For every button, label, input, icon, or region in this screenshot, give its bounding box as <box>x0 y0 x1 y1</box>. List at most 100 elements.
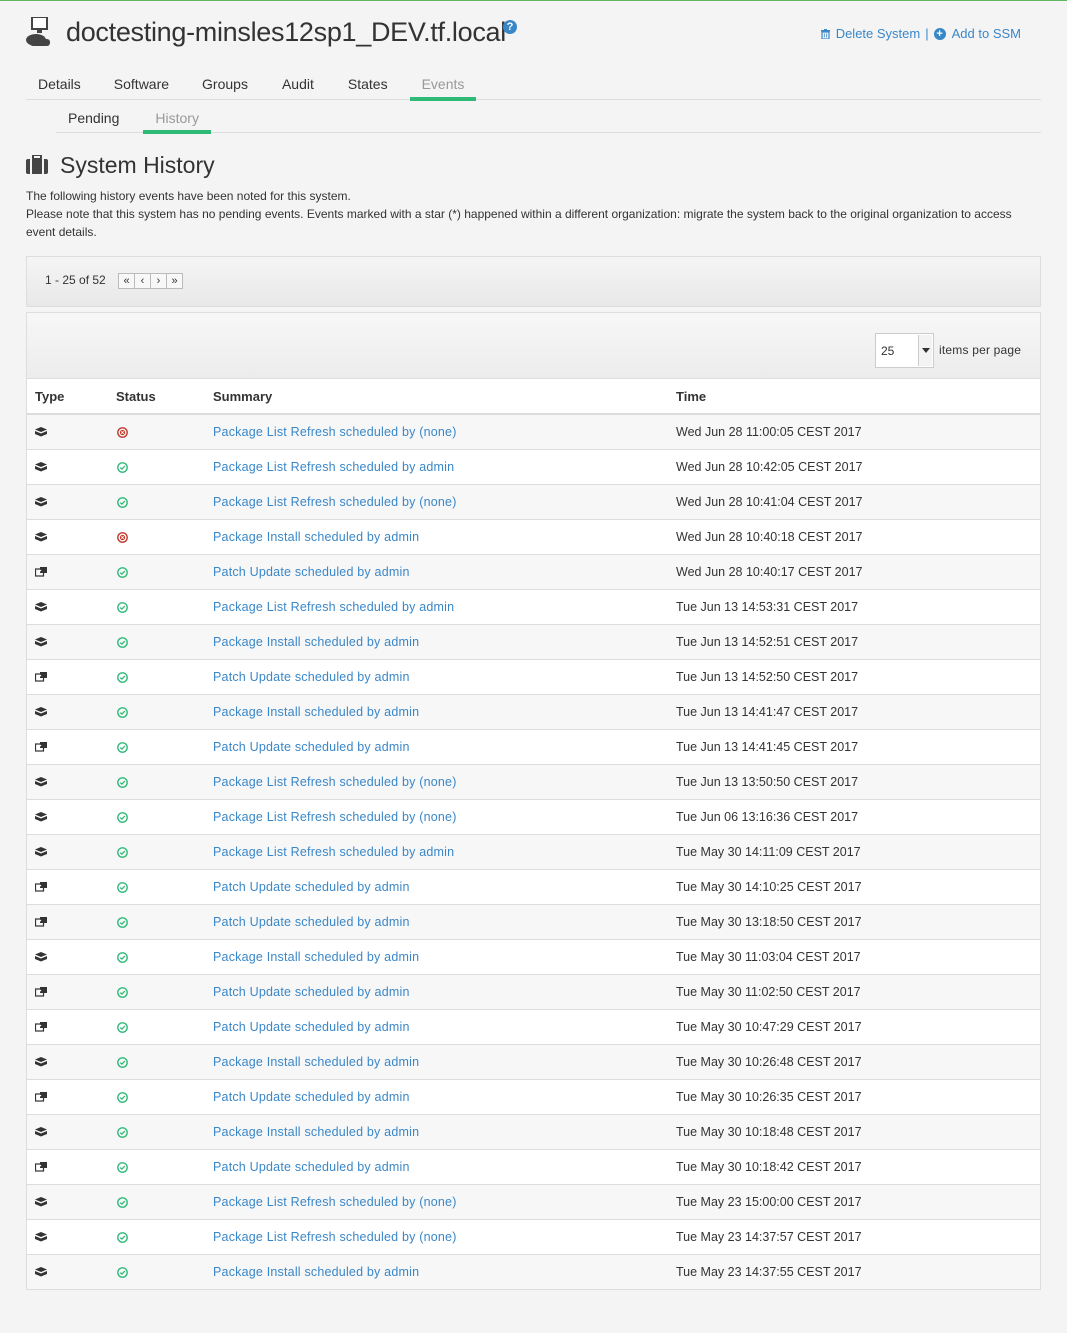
event-summary-link[interactable]: Patch Update scheduled by admin <box>213 740 410 754</box>
event-summary-link[interactable]: Package Install scheduled by admin <box>213 530 419 544</box>
column-header-summary[interactable]: Summary <box>205 379 668 415</box>
summary-cell: Package Install scheduled by admin <box>205 693 668 729</box>
completed-status-icon <box>117 741 128 753</box>
column-header-time[interactable]: Time <box>668 379 1040 415</box>
completed-status-icon <box>117 1126 128 1138</box>
delete-system-label: Delete System <box>835 26 921 41</box>
prev-page-button[interactable]: ‹ <box>134 273 151 289</box>
completed-status-icon <box>117 566 128 578</box>
add-to-ssm-link[interactable]: + Add to SSM <box>933 26 1021 41</box>
table-header-row: Type Status Summary Time <box>27 379 1040 415</box>
tab-events[interactable]: Events <box>409 71 477 101</box>
patch-icon <box>35 917 47 927</box>
event-summary-link[interactable]: Package List Refresh scheduled by (none) <box>213 425 457 439</box>
tab-groups[interactable]: Groups <box>192 71 270 100</box>
time-cell: Tue Jun 13 14:53:31 CEST 2017 <box>668 588 1040 624</box>
patch-icon <box>35 672 47 682</box>
help-icon[interactable]: ? <box>503 20 517 34</box>
package-icon <box>35 602 47 612</box>
event-summary-link[interactable]: Patch Update scheduled by admin <box>213 1090 410 1104</box>
event-summary-link[interactable]: Patch Update scheduled by admin <box>213 565 410 579</box>
event-summary-link[interactable]: Package List Refresh scheduled by (none) <box>213 495 457 509</box>
package-icon <box>35 1057 47 1067</box>
status-cell <box>108 483 205 519</box>
table-row: Package List Refresh scheduled by (none)… <box>27 1183 1040 1219</box>
time-cell: Tue May 30 14:10:25 CEST 2017 <box>668 868 1040 904</box>
table-row: Package Install scheduled by admin Tue Ma… <box>27 1253 1040 1289</box>
time-cell: Tue May 30 10:18:42 CEST 2017 <box>668 1148 1040 1184</box>
type-cell <box>27 448 108 484</box>
plus-circle-icon: + <box>933 27 946 40</box>
subtab-pending[interactable]: Pending <box>56 105 143 133</box>
summary-cell: Package List Refresh scheduled by (none) <box>205 413 668 449</box>
package-icon <box>35 1267 47 1277</box>
type-cell <box>27 973 108 1009</box>
type-cell <box>27 728 108 764</box>
completed-status-icon <box>117 636 128 648</box>
event-summary-link[interactable]: Package List Refresh scheduled by admin <box>213 845 454 859</box>
event-summary-link[interactable]: Patch Update scheduled by admin <box>213 1160 410 1174</box>
table-row: Package Install scheduled by admin Tue Ma… <box>27 1043 1040 1079</box>
type-cell <box>27 623 108 659</box>
items-per-page-label: items per page <box>939 343 1022 357</box>
event-summary-link[interactable]: Package Install scheduled by admin <box>213 950 419 964</box>
column-header-type[interactable]: Type <box>27 379 108 415</box>
completed-status-icon <box>117 1196 128 1208</box>
event-summary-link[interactable]: Patch Update scheduled by admin <box>213 985 410 999</box>
event-summary-link[interactable]: Package Install scheduled by admin <box>213 1265 419 1279</box>
delete-system-link[interactable]: Delete System <box>820 26 921 41</box>
time-cell: Tue May 23 15:00:00 CEST 2017 <box>668 1183 1040 1219</box>
event-summary-link[interactable]: Package Install scheduled by admin <box>213 1055 419 1069</box>
status-cell <box>108 903 205 939</box>
package-icon <box>35 462 47 472</box>
column-header-status[interactable]: Status <box>108 379 205 415</box>
subtab-history[interactable]: History <box>143 105 211 134</box>
event-summary-link[interactable]: Patch Update scheduled by admin <box>213 915 410 929</box>
event-summary-link[interactable]: Package List Refresh scheduled by (none) <box>213 1195 457 1209</box>
type-cell <box>27 553 108 589</box>
event-summary-link[interactable]: Patch Update scheduled by admin <box>213 880 410 894</box>
summary-cell: Package Install scheduled by admin <box>205 1113 668 1149</box>
time-cell: Tue May 30 10:26:35 CEST 2017 <box>668 1078 1040 1114</box>
tab-details[interactable]: Details <box>26 71 102 100</box>
time-cell: Tue May 30 11:02:50 CEST 2017 <box>668 973 1040 1009</box>
completed-status-icon <box>117 986 128 998</box>
summary-cell: Package Install scheduled by admin <box>205 623 668 659</box>
status-cell <box>108 798 205 834</box>
table-row: Package Install scheduled by admin Wed Ju… <box>27 518 1040 554</box>
type-cell <box>27 1008 108 1044</box>
pagination-range: 1 - 25 of 52 <box>45 273 106 287</box>
time-cell: Tue Jun 06 13:16:36 CEST 2017 <box>668 798 1040 834</box>
event-summary-link[interactable]: Package List Refresh scheduled by (none) <box>213 810 457 824</box>
tab-states[interactable]: States <box>336 71 410 100</box>
package-icon <box>35 952 47 962</box>
event-summary-link[interactable]: Package Install scheduled by admin <box>213 635 419 649</box>
package-icon <box>35 1127 47 1137</box>
tab-software[interactable]: Software <box>102 71 192 100</box>
event-summary-link[interactable]: Package List Refresh scheduled by admin <box>213 600 454 614</box>
patch-icon <box>35 1022 47 1032</box>
completed-status-icon <box>117 1267 128 1278</box>
event-summary-link[interactable]: Package Install scheduled by admin <box>213 1125 419 1139</box>
type-cell <box>27 798 108 834</box>
status-cell <box>108 448 205 484</box>
type-cell <box>27 763 108 799</box>
tab-audit[interactable]: Audit <box>270 71 336 100</box>
summary-cell: Package List Refresh scheduled by (none) <box>205 483 668 519</box>
event-summary-link[interactable]: Package List Refresh scheduled by (none) <box>213 775 457 789</box>
event-summary-link[interactable]: Package Install scheduled by admin <box>213 705 419 719</box>
time-cell: Wed Jun 28 10:41:04 CEST 2017 <box>668 483 1040 519</box>
event-summary-link[interactable]: Patch Update scheduled by admin <box>213 1020 410 1034</box>
next-page-button[interactable]: › <box>150 273 167 289</box>
status-cell <box>108 1078 205 1114</box>
last-page-button[interactable]: » <box>166 273 183 289</box>
time-cell: Tue Jun 13 14:41:47 CEST 2017 <box>668 693 1040 729</box>
first-page-button[interactable]: « <box>118 273 135 289</box>
event-summary-link[interactable]: Package List Refresh scheduled by (none) <box>213 1230 457 1244</box>
patch-icon <box>35 567 47 577</box>
completed-status-icon <box>117 496 128 508</box>
status-cell <box>108 693 205 729</box>
items-per-page-select[interactable]: 25 <box>875 333 934 368</box>
event-summary-link[interactable]: Package List Refresh scheduled by admin <box>213 460 454 474</box>
event-summary-link[interactable]: Patch Update scheduled by admin <box>213 670 410 684</box>
